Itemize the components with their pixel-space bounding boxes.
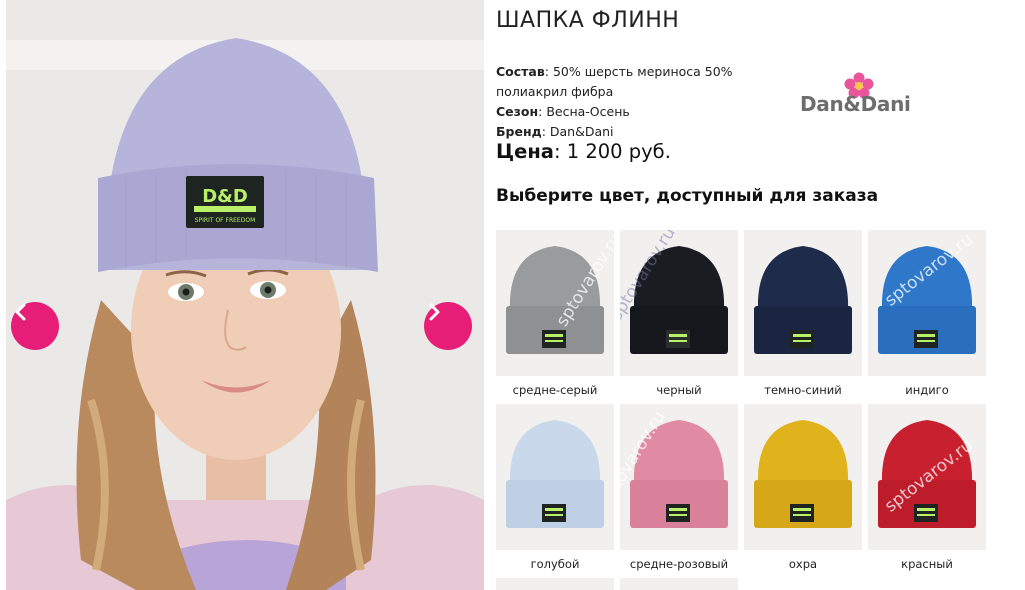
- brand-label: Бренд: [496, 124, 542, 139]
- color-name: красный: [901, 557, 953, 571]
- hat-icon: [630, 420, 728, 528]
- hat-icon: [754, 246, 852, 354]
- swatch-image[interactable]: [496, 578, 614, 590]
- patch-slogan-text: SPIRIT OF FREEDOM: [195, 217, 256, 224]
- composition-row: Состав: 50% шерсть мериноса 50% полиакри…: [496, 62, 746, 102]
- color-name: средне-серый: [512, 383, 598, 397]
- swatch-image[interactable]: sptovarov.ru: [868, 404, 986, 550]
- hat-icon: [506, 420, 604, 528]
- color-swatch-light-blue[interactable]: голубой: [496, 404, 614, 571]
- season-value: : Весна-Осень: [538, 104, 630, 119]
- hat-icon: [754, 420, 852, 528]
- product-gallery: D&D SPIRIT OF FREEDOM: [6, 0, 484, 590]
- swatch-image[interactable]: [620, 578, 738, 590]
- color-name: индиго: [905, 383, 949, 397]
- season-label: Сезон: [496, 104, 539, 119]
- product-price: Цена: 1 200 руб.: [496, 140, 671, 163]
- product-specs: Состав: 50% шерсть мериноса 50% полиакри…: [496, 62, 746, 142]
- color-swatch-medium-gray[interactable]: sptovarov.ru средне-серый: [496, 230, 614, 397]
- color-swatch-indigo[interactable]: sptovarov.ru индиго: [868, 230, 986, 397]
- brand-row: Бренд: Dan&Dani: [496, 122, 746, 142]
- gallery-next-button[interactable]: [424, 302, 472, 350]
- price-value: : 1 200 руб.: [553, 140, 671, 163]
- composition-label: Состав: [496, 64, 545, 79]
- hat-icon: [630, 246, 728, 354]
- color-name: черный: [656, 383, 702, 397]
- choose-color-heading: Выберите цвет, доступный для заказа: [496, 186, 879, 206]
- brand-logo-text: Dan&Dani: [800, 92, 911, 116]
- color-swatch-black[interactable]: sptovarov.ru черный: [620, 230, 738, 397]
- color-swatch-red[interactable]: sptovarov.ru красный: [868, 404, 986, 571]
- product-title: ШАПКА ФЛИНН: [496, 8, 680, 33]
- color-name: охра: [788, 557, 818, 571]
- swatch-image[interactable]: sptovarov.ru: [868, 230, 986, 376]
- color-swatch-dark-blue[interactable]: темно-синий: [744, 230, 862, 397]
- brand-value: : Dan&Dani: [541, 124, 614, 139]
- color-name: голубой: [530, 557, 580, 571]
- swatch-image[interactable]: sptovarov.ru: [620, 230, 738, 376]
- color-swatch-medium-pink[interactable]: sptovarov.ru средне-розовый: [620, 404, 738, 571]
- color-name: средне-розовый: [629, 557, 729, 571]
- chevron-right-icon: [429, 303, 440, 321]
- swatch-image[interactable]: sptovarov.ru: [620, 404, 738, 550]
- swatch-image[interactable]: sptovarov.ru: [496, 230, 614, 376]
- chevron-left-icon: [15, 303, 26, 321]
- swatch-image[interactable]: [744, 404, 862, 550]
- swatch-image[interactable]: [496, 404, 614, 550]
- swatch-image[interactable]: [744, 230, 862, 376]
- color-swatch-partial[interactable]: [620, 578, 738, 590]
- product-photo: D&D SPIRIT OF FREEDOM: [6, 0, 484, 590]
- color-swatch-partial[interactable]: [496, 578, 614, 590]
- color-swatch-ochre[interactable]: охра: [744, 404, 862, 571]
- color-name: темно-синий: [764, 383, 842, 397]
- patch-logo-text: D&D: [202, 186, 248, 207]
- brand-logo: Dan&Dani: [800, 72, 940, 122]
- season-row: Сезон: Весна-Осень: [496, 102, 746, 122]
- gallery-prev-button[interactable]: [11, 302, 59, 350]
- price-label: Цена: [496, 140, 554, 163]
